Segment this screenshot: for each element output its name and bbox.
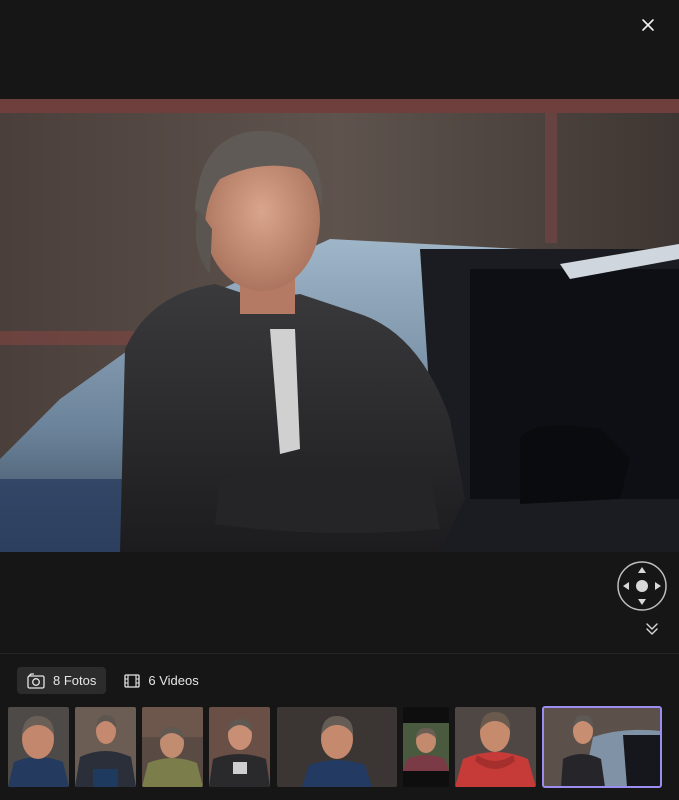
pan-control[interactable] bbox=[617, 561, 667, 611]
thumbnail[interactable] bbox=[209, 707, 270, 787]
media-tabs: 8 Fotos 6 Videos bbox=[17, 667, 209, 694]
tab-videos[interactable]: 6 Videos bbox=[114, 667, 208, 694]
thumbnail[interactable] bbox=[403, 707, 449, 787]
film-icon bbox=[124, 673, 141, 688]
thumbnail[interactable] bbox=[277, 707, 397, 787]
pan-control-icon bbox=[617, 561, 667, 611]
chevron-double-down-icon bbox=[646, 623, 658, 635]
divider bbox=[0, 653, 679, 654]
thumbnail[interactable] bbox=[75, 707, 136, 787]
tab-videos-label: 6 Videos bbox=[148, 673, 199, 688]
close-button[interactable] bbox=[636, 13, 660, 37]
thumbnail[interactable] bbox=[455, 707, 536, 787]
main-photo bbox=[0, 99, 679, 552]
collapse-button[interactable] bbox=[644, 621, 660, 637]
close-icon bbox=[642, 19, 654, 31]
tab-photos-label: 8 Fotos bbox=[53, 673, 97, 688]
thumbnail[interactable] bbox=[8, 707, 69, 787]
tab-photos[interactable]: 8 Fotos bbox=[17, 667, 107, 694]
thumbnail[interactable] bbox=[142, 707, 203, 787]
photo-viewer: 8 Fotos 6 Videos bbox=[0, 0, 679, 800]
camera-icon bbox=[27, 672, 45, 689]
thumbnail-selected[interactable] bbox=[542, 706, 662, 788]
